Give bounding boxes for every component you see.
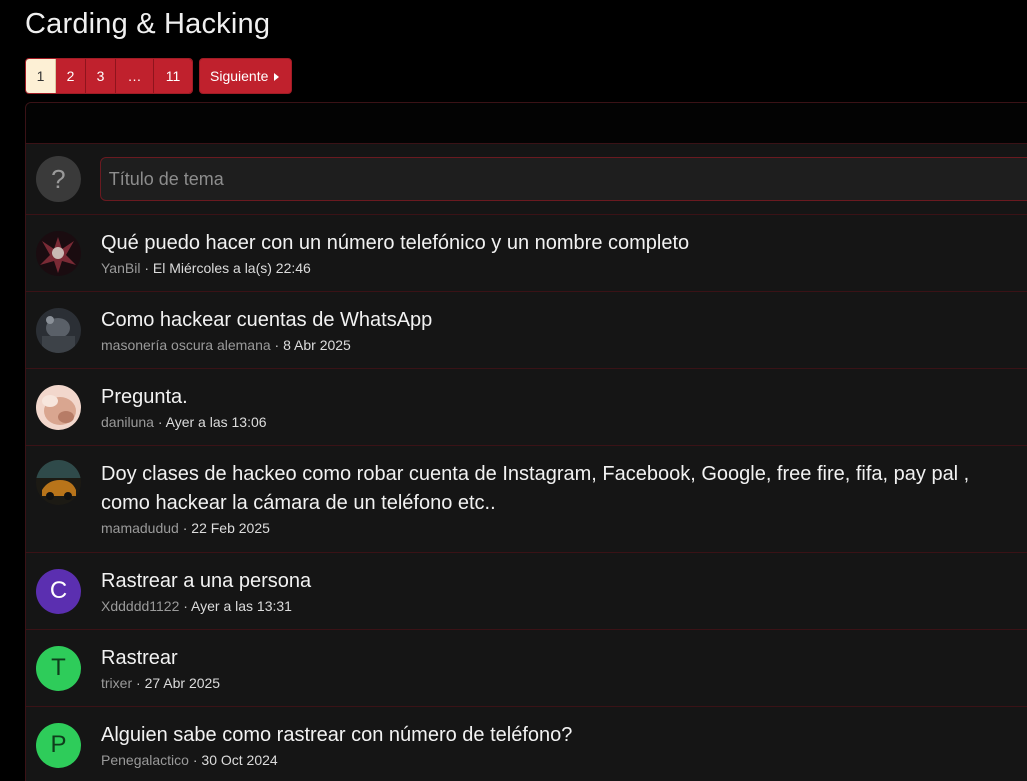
thread-meta: mamadudud · 22 Feb 2025 (101, 519, 969, 537)
block-header (26, 103, 1027, 144)
meta-separator: · (132, 675, 145, 691)
forum-page: Carding & Hacking 1 2 3 … 11 Siguiente ?… (0, 0, 1027, 781)
thread-body: Qué puedo hacer con un número telefónico… (101, 229, 689, 277)
meta-separator: · (153, 414, 166, 430)
thread-date[interactable]: 30 Oct 2024 (201, 752, 277, 768)
page-1-button[interactable]: 1 (26, 59, 56, 93)
thread-row: Qué puedo hacer con un número telefónico… (26, 215, 1027, 292)
letter-avatar-p[interactable]: P (36, 722, 81, 768)
meta-separator: · (178, 520, 192, 536)
thread-meta: trixer · 27 Abr 2025 (101, 674, 220, 692)
thread-date[interactable]: 8 Abr 2025 (283, 337, 351, 353)
thread-date[interactable]: 27 Abr 2025 (145, 675, 221, 691)
car-photo-avatar[interactable] (36, 460, 81, 505)
thread-row: Pregunta. daniluna · Ayer a las 13:06 (26, 369, 1027, 446)
next-page-label: Siguiente (210, 68, 269, 84)
thread-body: Como hackear cuentas de WhatsApp masoner… (101, 306, 432, 354)
thread-author[interactable]: daniluna (101, 414, 154, 430)
thread-body: Rastrear a una persona Xddddd1122 · Ayer… (101, 567, 311, 615)
thread-meta: Penegalactico · 30 Oct 2024 (101, 751, 572, 769)
thread-author[interactable]: Xddddd1122 (101, 598, 179, 614)
thread-title[interactable]: Rastrear (101, 644, 220, 673)
page-2-button[interactable]: 2 (56, 59, 86, 93)
thread-title[interactable]: Pregunta. (101, 383, 267, 412)
thread-title[interactable]: Rastrear a una persona (101, 567, 311, 596)
thread-row: P Alguien sabe como rastrear con número … (26, 707, 1027, 781)
thread-title[interactable]: Alguien sabe como rastrear con número de… (101, 721, 572, 750)
thread-row: T Rastrear trixer · 27 Abr 2025 (26, 630, 1027, 707)
page-number-group: 1 2 3 … 11 (25, 58, 193, 94)
question-mark-icon: ? (36, 156, 81, 202)
thread-date[interactable]: El Miércoles a la(s) 22:46 (153, 260, 311, 276)
thread-list-block: ? Qué puedo hacer con un número telefóni… (25, 102, 1027, 781)
thread-date[interactable]: Ayer a las 13:06 (166, 414, 267, 430)
thread-body: Doy clases de hackeo como robar cuenta d… (101, 460, 969, 537)
page-11-button[interactable]: 11 (154, 59, 192, 93)
next-page-button[interactable]: Siguiente (199, 58, 293, 94)
thread-row: Doy clases de hackeo como robar cuenta d… (26, 446, 1027, 553)
page-title: Carding & Hacking (25, 8, 271, 40)
thread-date[interactable]: 22 Feb 2025 (191, 520, 270, 536)
thread-body: Pregunta. daniluna · Ayer a las 13:06 (101, 383, 267, 431)
thread-meta: Xddddd1122 · Ayer a las 13:31 (101, 597, 311, 615)
thread-meta: masonería oscura alemana · 8 Abr 2025 (101, 336, 432, 354)
thread-title-line-2: como hackear la cámara de un teléfono et… (101, 492, 496, 514)
thread-title[interactable]: Como hackear cuentas de WhatsApp (101, 306, 432, 335)
thread-title[interactable]: Doy clases de hackeo como robar cuenta d… (101, 460, 969, 518)
winged-knight-avatar[interactable] (36, 230, 81, 276)
meta-separator: · (140, 260, 153, 276)
thread-date[interactable]: Ayer a las 13:31 (191, 598, 292, 614)
page-3-button[interactable]: 3 (86, 59, 116, 93)
thread-body: Rastrear trixer · 27 Abr 2025 (101, 644, 220, 692)
thread-author[interactable]: YanBil (101, 260, 140, 276)
thread-body: Alguien sabe como rastrear con número de… (101, 721, 572, 769)
thread-meta: daniluna · Ayer a las 13:06 (101, 413, 267, 431)
page-ellipsis-button[interactable]: … (116, 59, 154, 93)
grey-photo-avatar[interactable] (36, 307, 81, 353)
letter-avatar-c[interactable]: C (36, 568, 81, 614)
thread-title-line-1: Doy clases de hackeo como robar cuenta d… (101, 463, 970, 485)
thread-author[interactable]: trixer (101, 675, 132, 691)
thread-author[interactable]: mamadudud (101, 520, 179, 536)
quick-thread-row: ? (26, 144, 1027, 215)
letter-avatar-t[interactable]: T (36, 645, 81, 691)
meta-separator: · (188, 752, 202, 768)
thread-title[interactable]: Qué puedo hacer con un número telefónico… (101, 229, 689, 258)
thread-author[interactable]: Penegalactico (101, 752, 189, 768)
thread-row: Como hackear cuentas de WhatsApp masoner… (26, 292, 1027, 369)
thread-row: C Rastrear a una persona Xddddd1122 · Ay… (26, 553, 1027, 630)
caret-right-icon (274, 72, 280, 81)
thread-title-input[interactable] (99, 157, 1027, 201)
meta-separator: · (270, 337, 284, 353)
pagination: 1 2 3 … 11 Siguiente (25, 58, 293, 94)
meta-separator: · (179, 598, 192, 614)
thread-meta: YanBil · El Miércoles a la(s) 22:46 (101, 259, 689, 277)
skin-photo-avatar[interactable] (36, 384, 81, 430)
thread-author[interactable]: masonería oscura alemana (101, 337, 271, 353)
